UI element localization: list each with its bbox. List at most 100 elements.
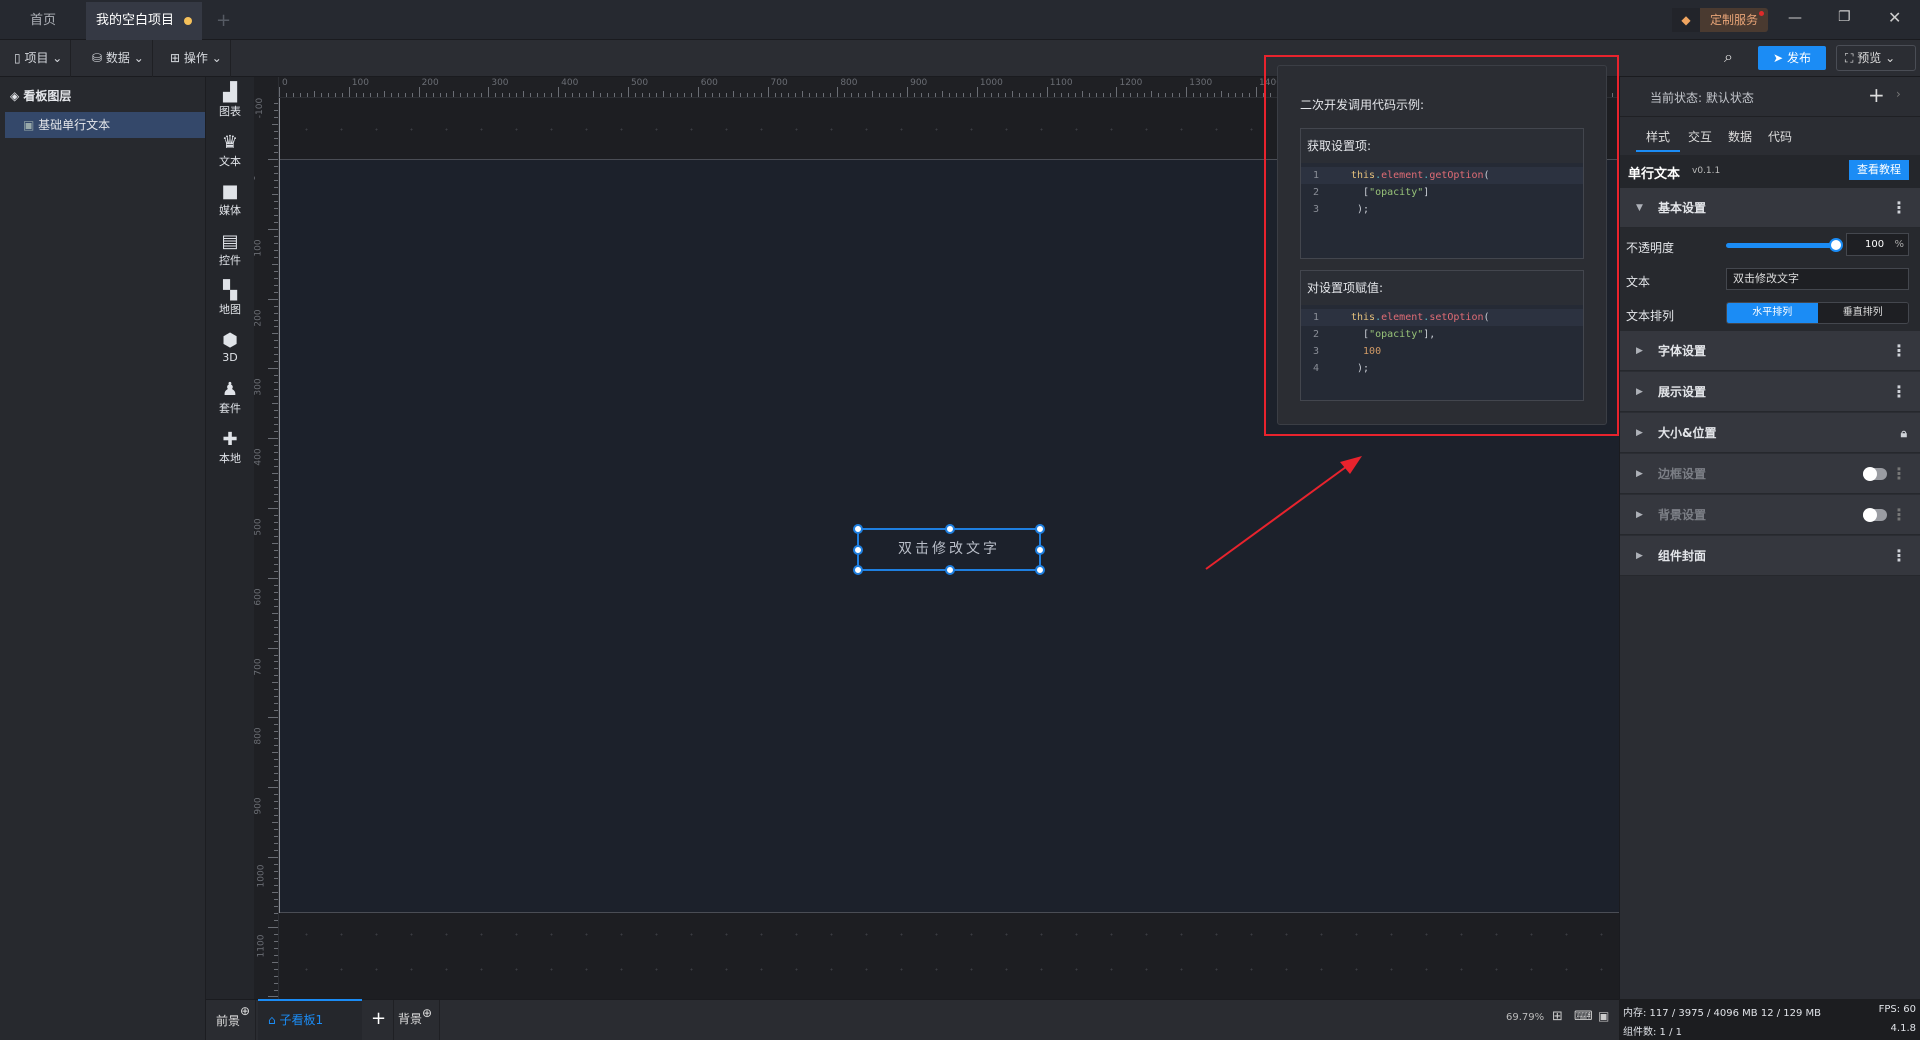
resize-handle[interactable]	[1035, 524, 1045, 534]
ruler-tick	[274, 703, 278, 705]
tab-home[interactable]: 首页	[20, 2, 66, 40]
more-icon[interactable]: ⋮	[1891, 188, 1907, 228]
more-icon[interactable]: ⋮	[1891, 495, 1907, 535]
sidebar-item-media[interactable]: ■ 媒体	[206, 182, 254, 218]
add-board-button[interactable]: +	[364, 1000, 394, 1040]
resize-handle[interactable]	[1035, 545, 1045, 555]
arrange-vertical-option[interactable]: 垂直排列	[1817, 303, 1908, 323]
lock-icon[interactable]: 🔒︎	[1901, 413, 1907, 453]
ruler-label: 200	[421, 78, 439, 88]
resize-handle[interactable]	[945, 524, 955, 534]
terminal-icon[interactable]: ▣	[1598, 1009, 1609, 1023]
resize-handle[interactable]	[1035, 565, 1045, 575]
text-input[interactable]: 双击修改文字	[1726, 268, 1909, 290]
ruler-tick	[274, 452, 278, 454]
tab-0[interactable]: 样式	[1636, 126, 1681, 152]
foreground-label: 前景	[216, 1014, 241, 1028]
preview-button[interactable]: ⛶ 预览 ⌄	[1836, 45, 1916, 71]
ruler-tick	[274, 389, 278, 391]
close-button[interactable]: ✕	[1888, 8, 1901, 27]
subboard-tab[interactable]: ⌂ 子看板1	[258, 999, 362, 1040]
section-5[interactable]: ▶ 组件封面 ⋮	[1620, 536, 1920, 576]
layer-item[interactable]: ▣ 基础单行文本	[5, 112, 205, 138]
ruler-tick	[274, 277, 278, 279]
state-label: 当前状态:	[1650, 91, 1703, 105]
ruler-tick	[274, 780, 278, 782]
keyboard-icon[interactable]: ⌨	[1574, 1009, 1593, 1024]
tab-project[interactable]: 我的空白项目	[86, 2, 202, 40]
tab-1[interactable]: 交互	[1680, 126, 1720, 152]
sidebar-item-puzzle[interactable]: ✚ 本地	[206, 429, 254, 466]
arrange-horizontal-option[interactable]: 水平排列	[1727, 303, 1818, 323]
publish-button[interactable]: ➤ 发布	[1758, 46, 1826, 70]
ruler-tick	[274, 528, 278, 530]
ruler-tick	[274, 200, 278, 202]
more-icon[interactable]: ⋮	[1891, 372, 1907, 412]
ruler-tick	[390, 93, 392, 97]
slider-handle[interactable]	[1829, 238, 1843, 252]
toggle-switch[interactable]	[1863, 467, 1887, 481]
ruler-tick	[1116, 87, 1118, 97]
ruler-tick	[274, 361, 278, 363]
highlight-box	[1264, 55, 1619, 436]
section-0[interactable]: ▶ 字体设置 ⋮	[1620, 331, 1920, 371]
background-tab[interactable]: 背景 ⊕	[396, 1000, 440, 1040]
board-bar: 前景 ⊕ ⌂ 子看板1 + 背景 ⊕ 69.79% ⊞ ⌨ ▣	[206, 999, 1619, 1040]
resize-handle[interactable]	[853, 565, 863, 575]
opacity-input[interactable]: 100 %	[1846, 233, 1909, 256]
ruler-tick	[474, 93, 476, 97]
opacity-slider[interactable]	[1726, 238, 1843, 252]
resize-handle[interactable]	[853, 524, 863, 534]
ruler-tick	[268, 159, 278, 160]
sidebar-item-cube[interactable]: ⬢ 3D	[206, 330, 254, 364]
add-circle-icon[interactable]: ⊕	[240, 994, 250, 1028]
selected-text-element[interactable]: 双击修改文字	[853, 524, 1045, 575]
section-4[interactable]: ▶ 背景设置 ⋮	[1620, 495, 1920, 535]
add-tab-button[interactable]: +	[206, 2, 241, 40]
more-icon[interactable]: ⋮	[1891, 331, 1907, 371]
minimize-button[interactable]: —	[1788, 10, 1802, 26]
ruler-tick	[809, 93, 811, 97]
search-icon[interactable]: ⌕	[1724, 47, 1733, 67]
section-1[interactable]: ▶ 展示设置 ⋮	[1620, 372, 1920, 412]
resize-handle[interactable]	[853, 545, 863, 555]
add-state-button[interactable]: +	[1868, 83, 1885, 107]
section-basic-settings[interactable]: ▼ 基本设置 ⋮	[1620, 188, 1920, 228]
chevron-right-icon[interactable]: ›	[1896, 87, 1901, 101]
menu-operate[interactable]: ⊞ 操作 ⌄	[162, 40, 231, 77]
add-circle-icon[interactable]: ⊕	[422, 994, 432, 1032]
sidebar-item-text[interactable]: ♛ 文本	[206, 132, 254, 169]
more-icon[interactable]: ⋮	[1891, 454, 1907, 494]
zoom-level[interactable]: 69.79%	[1506, 1012, 1544, 1023]
opacity-unit: %	[1894, 239, 1904, 250]
ruler-tick	[976, 87, 978, 97]
tab-3[interactable]: 代码	[1760, 126, 1800, 152]
custom-service-button[interactable]: ◆ 定制服务	[1672, 8, 1768, 32]
menu-project[interactable]: ▯ 项目 ⌄	[6, 40, 72, 77]
ruler-label: 800	[254, 727, 264, 745]
toggle-switch[interactable]	[1863, 508, 1887, 522]
ruler-tick	[274, 207, 278, 209]
ruler-tick	[274, 312, 278, 314]
menu-data[interactable]: ⛁ 数据 ⌄	[84, 40, 153, 77]
state-value[interactable]: 默认状态	[1706, 91, 1754, 105]
ruler-label: 400	[254, 448, 264, 466]
sidebar-item-map[interactable]: ▚ 地图	[206, 281, 254, 317]
more-icon[interactable]: ⋮	[1891, 536, 1907, 576]
resize-handle[interactable]	[945, 565, 955, 575]
ruler-label: 100	[254, 239, 264, 257]
section-3[interactable]: ▶ 边框设置 ⋮	[1620, 454, 1920, 494]
tab-2[interactable]: 数据	[1720, 126, 1760, 152]
sidebar-item-control[interactable]: ▤ 控件	[206, 231, 254, 268]
sidebar-item-chart[interactable]: ▟ 图表	[206, 83, 254, 119]
ruler-label: 300	[491, 78, 509, 88]
section-2[interactable]: ▶ 大小&位置 🔒︎	[1620, 413, 1920, 453]
foreground-tab[interactable]: 前景 ⊕	[206, 1000, 256, 1040]
ruler-tick	[851, 93, 853, 97]
fit-screen-icon[interactable]: ⊞	[1552, 1009, 1563, 1024]
sidebar-item-kit[interactable]: ♟ 套件	[206, 380, 254, 416]
ruler-tick	[376, 93, 378, 97]
ruler-tick	[272, 891, 278, 893]
view-tutorial-button[interactable]: 查看教程	[1849, 160, 1909, 180]
maximize-button[interactable]: ❐	[1838, 9, 1851, 25]
